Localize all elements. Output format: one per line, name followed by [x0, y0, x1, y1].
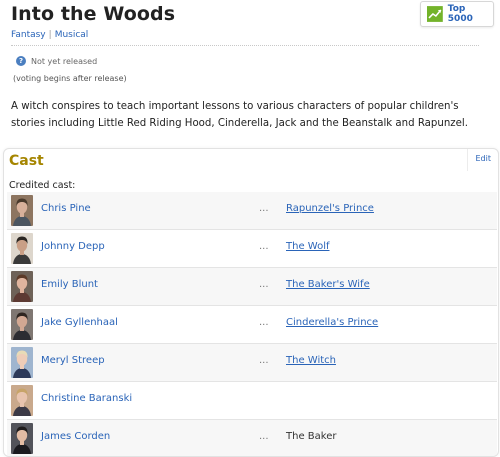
cast-row: Jake Gyllenhaal... Cinderella's Prince: [7, 306, 497, 344]
cast-section: Cast Edit Credited cast: Chris Pine... Ra…: [3, 148, 499, 457]
cast-row: Meryl Streep... The Witch: [7, 344, 497, 382]
cast-row: Chris Pine... Rapunzel's Prince: [7, 192, 497, 230]
divider: [11, 45, 479, 46]
credited-cast-label: Credited cast:: [9, 180, 76, 191]
actor-name-link[interactable]: Emily Blunt: [41, 279, 98, 290]
actor-photo[interactable]: [11, 347, 33, 378]
character-name-link[interactable]: The Witch: [286, 355, 336, 366]
ellipsis-separator: ...: [259, 203, 269, 214]
ellipsis-separator: ...: [259, 355, 269, 366]
release-status-text: Not yet released: [31, 56, 98, 66]
release-status: ? Not yet released: [16, 56, 97, 66]
cast-row: Johnny Depp... The Wolf: [7, 230, 497, 268]
genre-separator: |: [48, 30, 52, 40]
actor-name-link[interactable]: Christine Baranski: [41, 393, 132, 404]
genre-list: Fantasy | Musical: [11, 30, 88, 40]
actor-name-link[interactable]: James Corden: [41, 431, 110, 442]
top-5000-label: Top 5000: [447, 4, 473, 24]
cast-heading: Cast: [9, 153, 44, 169]
character-name: The Baker: [286, 431, 337, 442]
genre-link-fantasy[interactable]: Fantasy: [11, 30, 46, 40]
actor-photo[interactable]: [11, 385, 33, 416]
ellipsis-separator: ...: [259, 317, 269, 328]
actor-name-link[interactable]: Chris Pine: [41, 203, 91, 214]
genre-link-musical[interactable]: Musical: [55, 30, 89, 40]
title-overview: Into the Woods Fantasy | Musical Top 5000 …: [0, 0, 500, 147]
voting-note: (voting begins after release): [13, 74, 127, 83]
character-name-link[interactable]: Rapunzel's Prince: [286, 203, 374, 214]
character-name-link[interactable]: Cinderella's Prince: [286, 317, 378, 328]
cast-list: Chris Pine... Rapunzel's Prince Johnny Dep…: [7, 192, 497, 456]
top-5000-badge[interactable]: Top 5000: [420, 1, 494, 27]
page-title: Into the Woods: [11, 3, 176, 25]
cast-row: James Corden... The Baker: [7, 420, 497, 456]
actor-photo[interactable]: [11, 423, 33, 454]
actor-photo[interactable]: [11, 233, 33, 264]
trend-chart-icon: [427, 6, 443, 22]
plot-description: A witch conspires to teach important les…: [11, 101, 468, 129]
ellipsis-separator: ...: [259, 431, 269, 442]
character-name-link[interactable]: The Wolf: [286, 241, 330, 252]
ellipsis-separator: ...: [259, 279, 269, 290]
character-name-link[interactable]: The Baker's Wife: [286, 279, 370, 290]
ellipsis-separator: ...: [259, 241, 269, 252]
actor-name-link[interactable]: Meryl Streep: [41, 355, 105, 366]
question-icon[interactable]: ?: [16, 56, 26, 66]
actor-name-link[interactable]: Johnny Depp: [41, 241, 105, 252]
actor-name-link[interactable]: Jake Gyllenhaal: [41, 317, 118, 328]
actor-photo[interactable]: [11, 271, 33, 302]
cast-row: Christine Baranski: [7, 382, 497, 420]
actor-photo[interactable]: [11, 195, 33, 226]
actor-photo[interactable]: [11, 309, 33, 340]
edit-divider: [467, 149, 468, 171]
cast-row: Emily Blunt... The Baker's Wife: [7, 268, 497, 306]
edit-cast-link[interactable]: Edit: [476, 154, 492, 163]
